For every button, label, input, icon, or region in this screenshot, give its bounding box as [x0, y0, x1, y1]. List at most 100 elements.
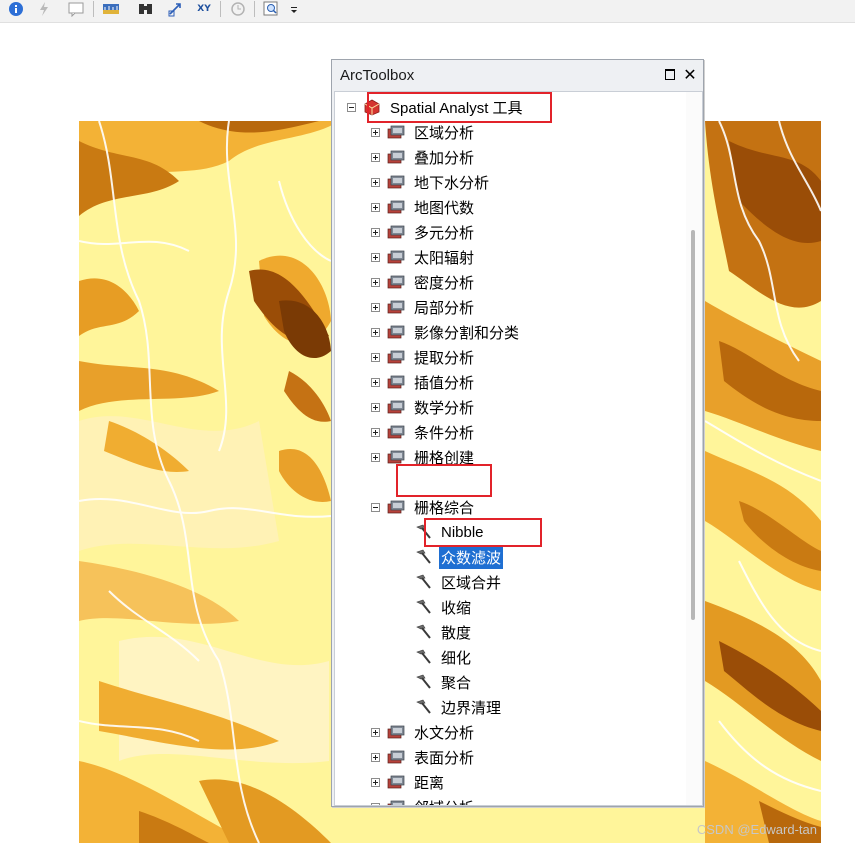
toolset-icon — [387, 225, 405, 239]
collapse-icon[interactable] — [371, 502, 380, 512]
html-popup-icon[interactable] — [66, 0, 86, 18]
hammer-icon — [416, 624, 431, 639]
toolset-icon — [387, 200, 405, 214]
toolset-label: 距离 — [414, 774, 445, 792]
toolset-row[interactable]: 密度分析 — [371, 271, 476, 293]
toolset-row[interactable]: 距离 — [371, 771, 446, 793]
hammer-icon — [416, 549, 431, 564]
toolset-icon — [387, 175, 405, 189]
toolset-icon — [387, 400, 405, 414]
expand-icon[interactable] — [371, 227, 380, 237]
toolset-label: 水文分析 — [414, 724, 475, 742]
toolset-label: 局部分析 — [414, 299, 475, 317]
arctoolbox-window: ArcToolbox ✕ Spatial Analyst 工具 区域分析 叠加分析… — [331, 59, 704, 807]
toolset-raster-generalization[interactable]: 栅格综合 — [371, 496, 476, 518]
hammer-icon — [416, 674, 431, 689]
toolset-label: 条件分析 — [414, 424, 475, 442]
tool-label: 边界清理 — [441, 699, 502, 717]
toolset-label: 叠加分析 — [414, 149, 475, 167]
expand-icon[interactable] — [371, 177, 380, 187]
toolset-row[interactable]: 叠加分析 — [371, 146, 476, 168]
expand-icon[interactable] — [371, 352, 380, 362]
expand-icon[interactable] — [371, 427, 380, 437]
tool-label: 细化 — [441, 649, 472, 667]
tool-row[interactable]: 区域合并 — [413, 571, 503, 593]
tool-row[interactable]: 聚合 — [413, 671, 473, 693]
expand-icon[interactable] — [371, 152, 380, 162]
expand-icon[interactable] — [371, 402, 380, 412]
xy-label: XY — [197, 4, 211, 14]
expand-icon[interactable] — [371, 802, 380, 805]
measure-icon[interactable] — [101, 0, 121, 18]
toolset-row[interactable]: 地图代数 — [371, 196, 476, 218]
toolset-row[interactable]: 地下水分析 — [371, 171, 491, 193]
toolbox-tree-pane[interactable]: Spatial Analyst 工具 区域分析 叠加分析 地下水分析 地图代数 多元分析… — [334, 91, 703, 806]
scrollbar-thumb[interactable] — [691, 230, 695, 620]
expand-icon[interactable] — [371, 777, 380, 787]
toolset-row[interactable]: 邻域分析 — [371, 796, 476, 806]
toolset-label: 地图代数 — [414, 199, 475, 217]
info-icon[interactable] — [6, 0, 26, 18]
expand-icon[interactable] — [371, 277, 380, 287]
hammer-icon — [416, 574, 431, 589]
expand-icon[interactable] — [371, 202, 380, 212]
lightning-icon[interactable] — [34, 0, 54, 18]
find-icon[interactable] — [136, 0, 156, 18]
watermark: CSDN @Edward-tan — [696, 822, 817, 837]
toolset-row[interactable]: 插值分析 — [371, 371, 476, 393]
close-icon[interactable]: ✕ — [683, 65, 697, 84]
expand-icon[interactable] — [371, 302, 380, 312]
toolset-icon — [387, 125, 405, 139]
tool-row[interactable]: 收缩 — [413, 596, 473, 618]
vertical-scrollbar[interactable] — [686, 92, 702, 805]
toolset-label: 密度分析 — [414, 274, 475, 292]
toolset-icon — [387, 325, 405, 339]
toolset-row[interactable]: 条件分析 — [371, 421, 476, 443]
tool-row[interactable]: 众数滤波 — [413, 545, 504, 569]
toolset-row[interactable]: 太阳辐射 — [371, 246, 476, 268]
tool-label: 散度 — [441, 624, 472, 642]
toolset-label: 区域分析 — [414, 124, 475, 142]
expand-icon[interactable] — [371, 327, 380, 337]
toolset-icon — [387, 150, 405, 164]
collapse-icon[interactable] — [347, 102, 356, 112]
toolset-label: 邻域分析 — [412, 796, 476, 806]
xy-icon[interactable]: XY — [194, 0, 214, 18]
toolset-label: 地下水分析 — [414, 174, 490, 192]
toolset-row[interactable]: 数学分析 — [371, 396, 476, 418]
toolset-row[interactable]: 表面分析 — [371, 746, 476, 768]
time-slider-icon[interactable] — [228, 0, 248, 18]
toolset-label: 提取分析 — [414, 349, 475, 367]
expand-icon[interactable] — [371, 252, 380, 262]
toolset-label: 栅格综合 — [414, 499, 475, 517]
toolbar-dropdown-icon[interactable] — [288, 0, 300, 18]
expand-icon[interactable] — [371, 727, 380, 737]
toolset-row[interactable]: 水文分析 — [371, 721, 476, 743]
toolset-icon — [387, 275, 405, 289]
expand-icon[interactable] — [371, 377, 380, 387]
tool-label: 收缩 — [441, 599, 472, 617]
tool-label: 众数滤波 — [439, 545, 504, 569]
maximize-icon[interactable] — [663, 67, 677, 81]
toolset-row[interactable]: 多元分析 — [371, 221, 476, 243]
toolset-label: 插值分析 — [414, 374, 475, 392]
toolset-icon — [387, 425, 405, 439]
annotation-box-toolset — [396, 464, 492, 497]
toolset-row[interactable]: 提取分析 — [371, 346, 476, 368]
tool-row[interactable]: 细化 — [413, 646, 473, 668]
expand-icon[interactable] — [371, 752, 380, 762]
tool-row[interactable]: 边界清理 — [413, 696, 503, 718]
tool-row[interactable]: 散度 — [413, 621, 473, 643]
toolset-icon — [387, 775, 405, 789]
expand-icon[interactable] — [371, 127, 380, 137]
expand-icon[interactable] — [371, 452, 380, 462]
toolset-label: 表面分析 — [414, 749, 475, 767]
hammer-icon — [416, 649, 431, 664]
toolset-icon — [387, 725, 405, 739]
go-to-xy-icon[interactable] — [166, 0, 186, 18]
toolset-row[interactable]: 局部分析 — [371, 296, 476, 318]
magnifier-icon[interactable] — [262, 0, 282, 18]
toolset-row[interactable]: 影像分割和分类 — [371, 321, 521, 343]
toolset-row[interactable]: 区域分析 — [371, 121, 476, 143]
annotation-box-root — [367, 92, 552, 123]
